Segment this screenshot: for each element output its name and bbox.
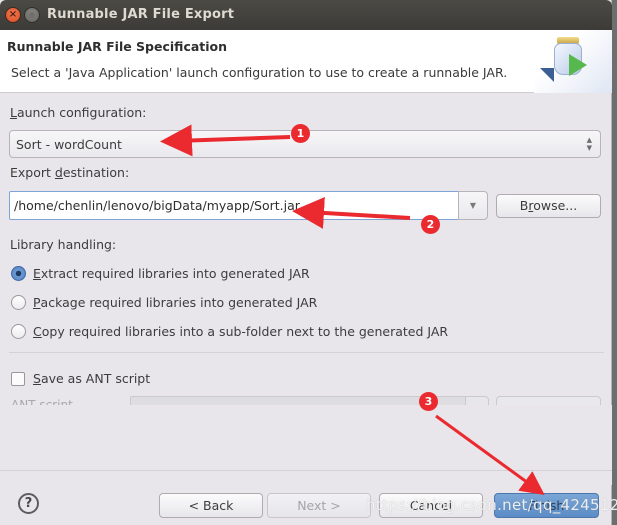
label-text: estination:	[62, 165, 130, 180]
play-arrow-icon	[569, 54, 587, 76]
radio-extract-libraries[interactable]: Extract required libraries into generate…	[11, 266, 310, 281]
clipped-region	[0, 405, 612, 485]
option-label: xtract required libraries into generated…	[40, 266, 310, 281]
browse-button[interactable]: Browse...	[496, 194, 601, 218]
next-button[interactable]: Next >	[267, 493, 371, 518]
checkbox-unchecked-icon[interactable]	[11, 371, 25, 386]
annotation-badge-1: 1	[291, 124, 310, 143]
page-description: Select a 'Java Application' launch confi…	[11, 65, 508, 80]
mnemonic: C	[33, 324, 42, 339]
close-icon: ×	[8, 9, 18, 20]
launch-configuration-label: Launch configuration:	[10, 105, 146, 120]
radio-unselected-icon[interactable]	[11, 295, 26, 310]
radio-selected-icon[interactable]	[11, 266, 26, 281]
help-button[interactable]: ?	[18, 493, 39, 514]
minimize-window-button[interactable]	[24, 7, 40, 23]
page-title: Runnable JAR File Specification	[7, 39, 228, 54]
help-icon: ?	[24, 496, 33, 511]
library-handling-label: Library handling:	[10, 237, 117, 252]
save-as-ant-script-checkbox[interactable]: Save as ANT script	[11, 371, 150, 386]
mnemonic: d	[54, 165, 63, 180]
separator	[9, 352, 604, 353]
window-title: Runnable JAR File Export	[47, 7, 235, 22]
option-label: ackage required libraries into generated…	[40, 295, 318, 310]
spinner-arrows-icon: ▲ ▼	[586, 136, 592, 152]
annotation-badge-3: 3	[419, 392, 438, 411]
checkbox-label: ave as ANT script	[40, 371, 151, 386]
watermark: https://blog.csdn.net/qq_42451251	[366, 496, 617, 514]
mnemonic: L	[10, 105, 17, 120]
label-text: Export	[10, 165, 55, 180]
export-destination-history-dropdown[interactable]: ▼	[458, 191, 488, 220]
close-window-button[interactable]: ×	[5, 7, 21, 23]
corner-arrow-icon	[540, 68, 554, 82]
radio-unselected-icon[interactable]	[11, 324, 26, 339]
jar-export-wizard-icon	[534, 30, 612, 93]
mnemonic: P	[33, 295, 41, 310]
radio-copy-libraries[interactable]: Copy required libraries into a sub-folde…	[11, 324, 448, 339]
export-destination-label: Export destination:	[10, 165, 129, 180]
dialog-window: × Runnable JAR File Export Runnable JAR …	[0, 0, 617, 525]
label-text: owse...	[533, 198, 578, 213]
annotation-badge-2: 2	[421, 215, 440, 234]
title-bar: × Runnable JAR File Export	[0, 0, 612, 30]
export-destination-input[interactable]	[10, 192, 458, 219]
mnemonic: S	[33, 371, 41, 386]
option-label: opy required libraries into a sub-folder…	[41, 324, 449, 339]
back-button[interactable]: < Back	[159, 493, 263, 518]
mnemonic: E	[33, 266, 41, 281]
label-text: aunch configuration:	[16, 105, 147, 120]
wizard-header: Runnable JAR File Specification Select a…	[0, 30, 612, 93]
launch-configuration-value: Sort - wordCount	[16, 137, 122, 152]
chevron-down-icon: ▼	[469, 201, 477, 210]
export-destination-field[interactable]	[9, 191, 459, 220]
radio-package-libraries[interactable]: Package required libraries into generate…	[11, 295, 317, 310]
footer-separator	[0, 470, 612, 471]
